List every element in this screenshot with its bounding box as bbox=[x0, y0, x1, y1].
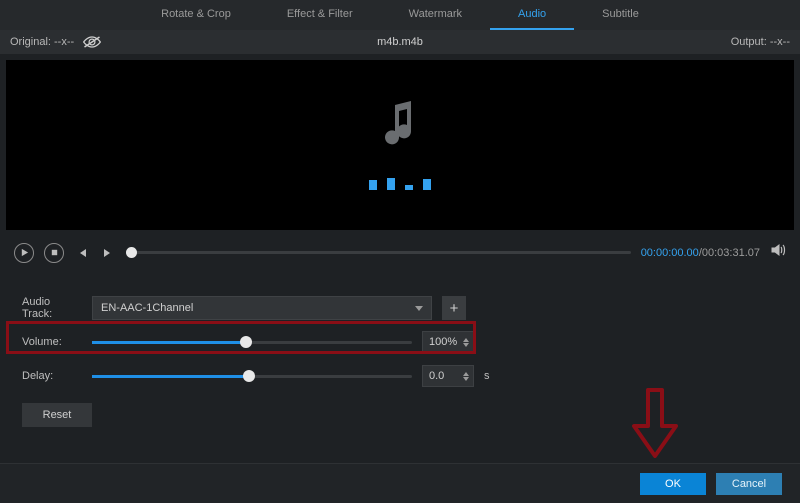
chevron-down-icon bbox=[415, 306, 423, 311]
tab-rotate-crop[interactable]: Rotate & Crop bbox=[133, 0, 259, 30]
output-dimensions-label: Output: --x-- bbox=[731, 36, 790, 48]
add-audio-track-button[interactable]: + bbox=[442, 296, 466, 320]
audio-track-value: EN-AAC-1Channel bbox=[101, 302, 193, 314]
play-button[interactable] bbox=[14, 243, 34, 263]
volume-step-down[interactable] bbox=[463, 343, 469, 347]
delay-slider[interactable] bbox=[92, 375, 412, 378]
titlebar: Original: --x-- m4b.m4b Output: --x-- bbox=[0, 30, 800, 54]
seek-slider[interactable] bbox=[126, 251, 631, 254]
volume-spinbox[interactable]: 100% bbox=[422, 331, 474, 353]
speaker-icon[interactable] bbox=[770, 242, 786, 263]
delay-step-up[interactable] bbox=[463, 372, 469, 376]
volume-label: Volume: bbox=[22, 336, 82, 348]
volume-value: 100% bbox=[429, 336, 457, 348]
tab-audio[interactable]: Audio bbox=[490, 0, 574, 30]
equalizer-icon bbox=[369, 176, 431, 190]
stop-button[interactable] bbox=[44, 243, 64, 263]
music-note-icon bbox=[383, 101, 417, 152]
total-time: 00:03:31.07 bbox=[702, 247, 760, 259]
ok-button[interactable]: OK bbox=[640, 473, 706, 495]
reset-button[interactable]: Reset bbox=[22, 403, 92, 427]
tabs-bar: Rotate & Crop Effect & Filter Watermark … bbox=[0, 0, 800, 30]
current-time: 00:00:00.00 bbox=[641, 247, 699, 259]
delay-unit: s bbox=[484, 370, 494, 382]
tab-watermark[interactable]: Watermark bbox=[381, 0, 490, 30]
tab-subtitle[interactable]: Subtitle bbox=[574, 0, 667, 30]
preview-area bbox=[6, 60, 794, 230]
next-button[interactable] bbox=[100, 245, 116, 261]
delay-value: 0.0 bbox=[429, 370, 444, 382]
filename-label: m4b.m4b bbox=[377, 36, 423, 48]
audio-settings-panel: Audio Track: EN-AAC-1Channel + Volume: 1… bbox=[0, 273, 800, 437]
delay-label: Delay: bbox=[22, 370, 82, 382]
tab-effect-filter[interactable]: Effect & Filter bbox=[259, 0, 381, 30]
playbar: 00:00:00.00/00:03:31.07 bbox=[0, 236, 800, 273]
original-dimensions-label: Original: --x-- bbox=[10, 36, 74, 48]
volume-slider[interactable] bbox=[92, 341, 412, 344]
audio-track-select[interactable]: EN-AAC-1Channel bbox=[92, 296, 432, 320]
preview-visibility-icon[interactable] bbox=[82, 35, 102, 49]
volume-step-up[interactable] bbox=[463, 338, 469, 342]
delay-step-down[interactable] bbox=[463, 377, 469, 381]
delay-spinbox[interactable]: 0.0 bbox=[422, 365, 474, 387]
audio-track-label: Audio Track: bbox=[22, 296, 82, 320]
previous-button[interactable] bbox=[74, 245, 90, 261]
time-display: 00:00:00.00/00:03:31.07 bbox=[641, 247, 760, 259]
cancel-button[interactable]: Cancel bbox=[716, 473, 782, 495]
footer: OK Cancel bbox=[0, 463, 800, 503]
